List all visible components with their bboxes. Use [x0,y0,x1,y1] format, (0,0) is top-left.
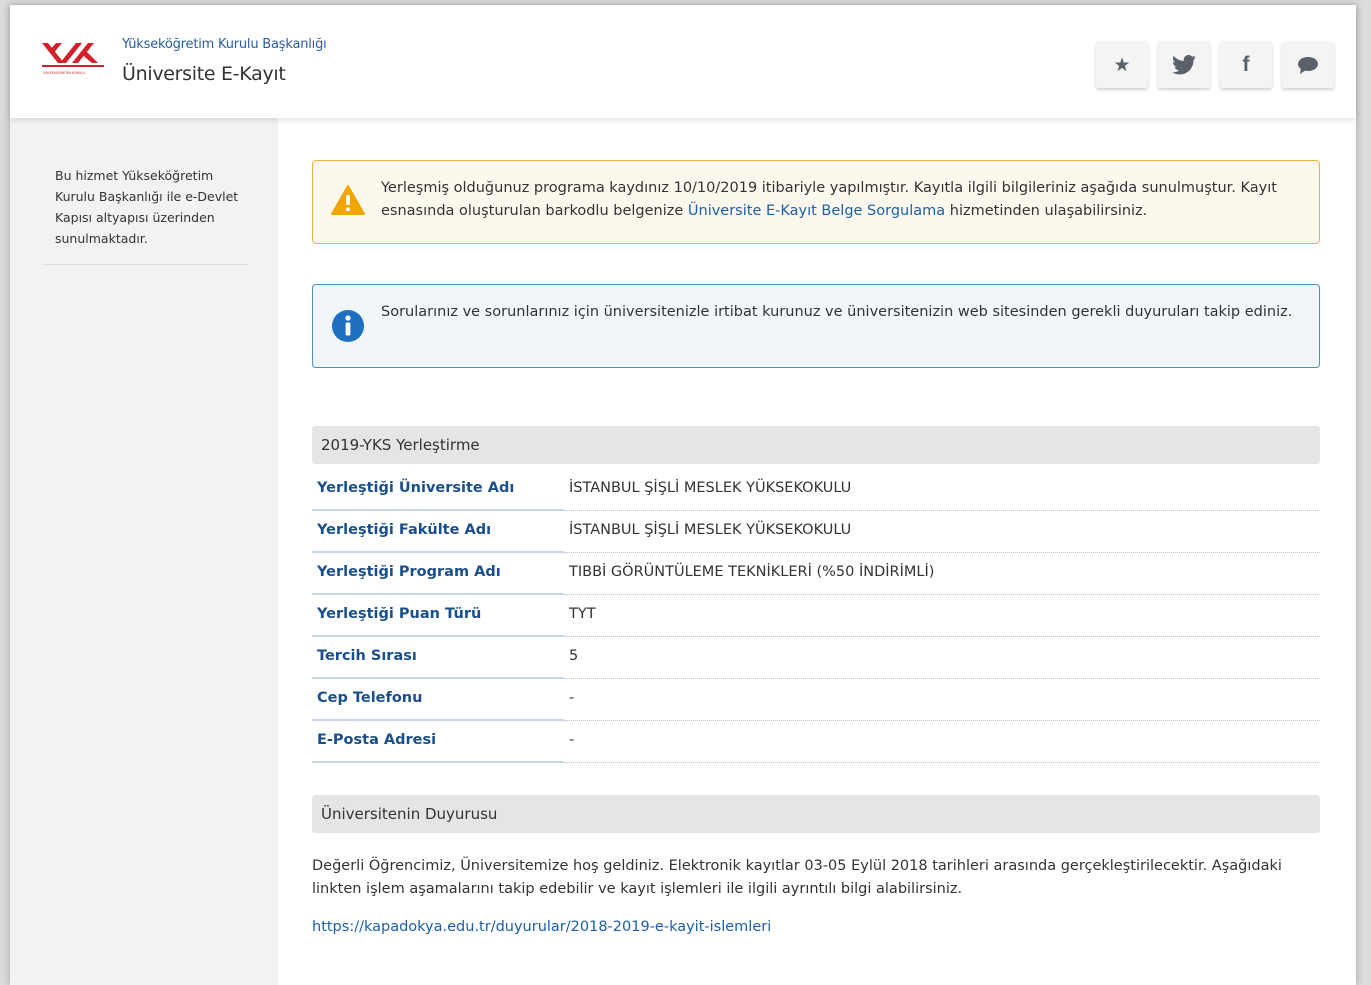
header-action-buttons: ★ f [1096,41,1334,88]
sidebar-divider [42,264,248,265]
contact-info-alert: Sorularınız ve sorunlarınız için ünivers… [312,284,1320,368]
row-label: Yerleştiği Puan Türü [312,596,564,637]
row-label: Yerleştiği Üniversite Adı [312,470,564,511]
favorite-button[interactable]: ★ [1096,41,1148,88]
row-label: Yerleştiği Program Adı [312,554,564,595]
table-row: Yerleştiği Üniversite Adı İSTANBUL ŞİŞLİ… [312,470,1320,512]
twitter-icon [1172,54,1196,74]
comment-icon [1298,56,1318,74]
announcement-text: Değerli Öğrencimiz, Üniversitemize hoş g… [312,858,1282,897]
announcement-link[interactable]: https://kapadokya.edu.tr/duyurular/2018-… [312,919,771,935]
info-text: Sorularınız ve sorunlarınız için ünivers… [381,304,1293,320]
sidebar: Bu hizmet Yükseköğretim Kurulu Başkanlığ… [10,118,278,985]
facebook-icon: f [1242,52,1250,76]
yok-logo[interactable]: YÜKSEKÖĞRETİM KURULU [42,41,106,79]
table-row: Yerleştiği Puan Türü TYT [312,596,1320,638]
row-value: 5 [564,638,1320,679]
facebook-share-button[interactable]: f [1220,41,1272,88]
sidebar-info-text: Bu hizmet Yükseköğretim Kurulu Başkanlığ… [55,168,239,246]
table-row: Cep Telefonu - [312,680,1320,722]
row-value: - [564,722,1320,763]
logo-caption: YÜKSEKÖĞRETİM KURULU [43,70,86,75]
table-row: E-Posta Adresi - [312,722,1320,764]
table-row: Yerleştiği Fakülte Adı İSTANBUL ŞİŞLİ ME… [312,512,1320,554]
row-label: Yerleştiği Fakülte Adı [312,512,564,553]
service-title: Üniversite E-Kayıt [122,63,286,85]
site-header: YÜKSEKÖĞRETİM KURULU Yükseköğretim Kurul… [10,5,1356,118]
row-value: TIBBİ GÖRÜNTÜLEME TEKNİKLERİ (%50 İNDİRİ… [564,554,1320,595]
row-value: - [564,680,1320,721]
row-value: İSTANBUL ŞİŞLİ MESLEK YÜKSEKOKULU [564,512,1320,553]
page-frame: YÜKSEKÖĞRETİM KURULU Yükseköğretim Kurul… [10,5,1356,985]
registration-warning-alert: Yerleşmiş olduğunuz programa kaydınız 10… [312,160,1320,244]
warning-text-after: hizmetinden ulaşabilirsiniz. [945,203,1148,219]
placement-info-table: Yerleştiği Üniversite Adı İSTANBUL ŞİŞLİ… [312,470,1320,764]
row-label: E-Posta Adresi [312,722,564,763]
feedback-button[interactable] [1282,41,1334,88]
row-label: Cep Telefonu [312,680,564,721]
row-value: İSTANBUL ŞİŞLİ MESLEK YÜKSEKOKULU [564,470,1320,511]
org-name[interactable]: Yükseköğretim Kurulu Başkanlığı [122,37,327,52]
placement-section-header: 2019-YKS Yerleştirme [312,426,1320,464]
warning-icon [331,185,365,215]
main-content: Yerleşmiş olduğunuz programa kaydınız 10… [278,118,1356,985]
table-row: Tercih Sırası 5 [312,638,1320,680]
star-icon: ★ [1113,53,1131,76]
belge-sorgulama-link[interactable]: Üniversite E-Kayıt Belge Sorgulama [688,203,945,219]
info-icon [332,310,364,342]
warning-text: Yerleşmiş olduğunuz programa kaydınız 10… [381,177,1301,223]
table-row: Yerleştiği Program Adı TIBBİ GÖRÜNTÜLEME… [312,554,1320,596]
row-label: Tercih Sırası [312,638,564,679]
twitter-share-button[interactable] [1158,41,1210,88]
announcement-section-header: Üniversitenin Duyurusu [312,795,1320,833]
row-value: TYT [564,596,1320,637]
